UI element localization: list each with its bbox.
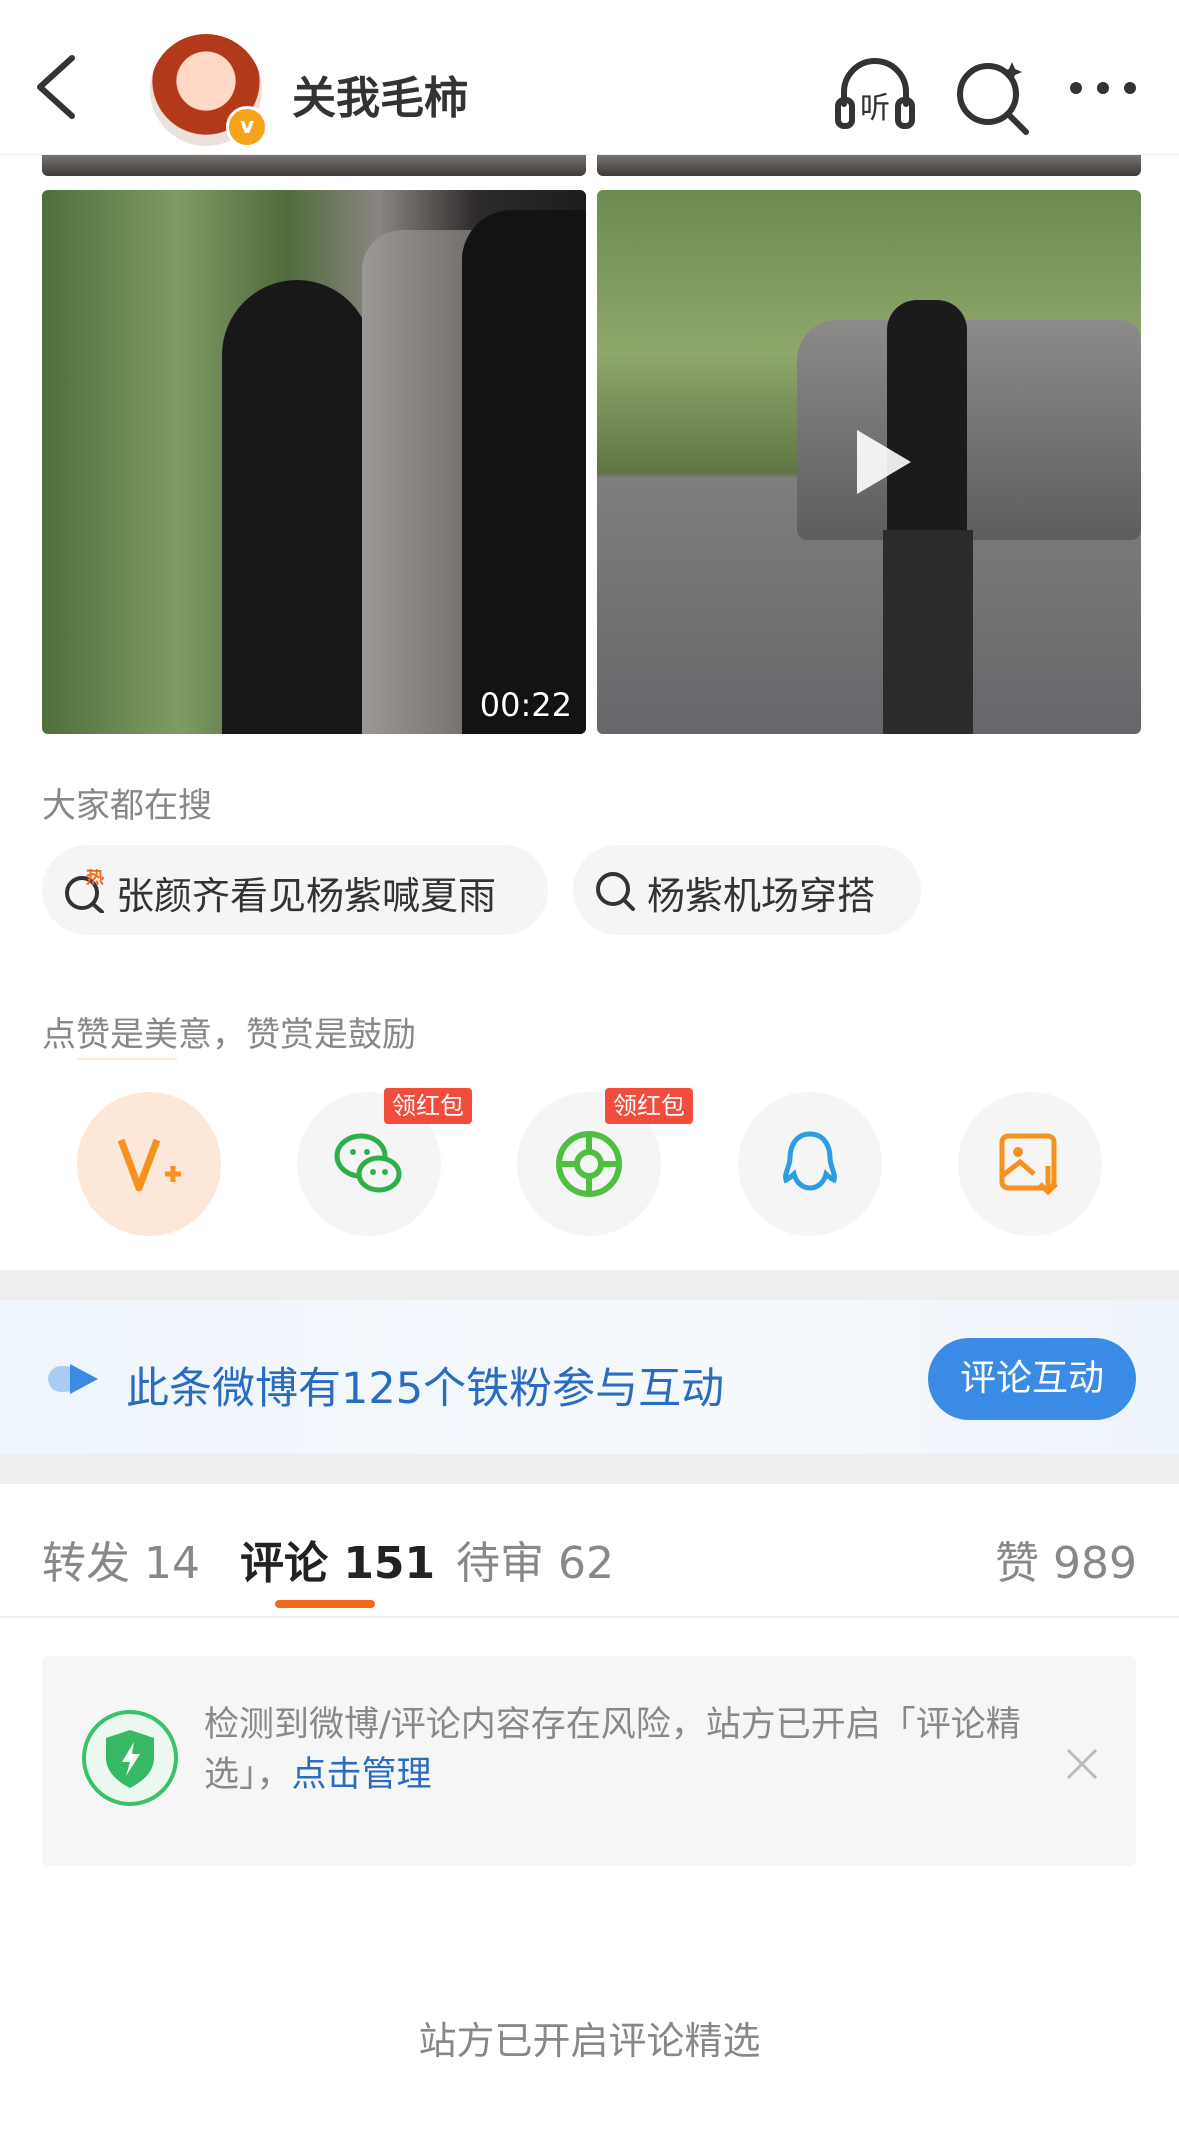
search-pill-label: 杨紫机场穿搭 [647, 874, 876, 918]
moments-icon [556, 1131, 622, 1197]
fan-interaction-text: 此条微博有125个铁粉参与互动 [126, 1364, 725, 1414]
search-pill-label: 张颜齐看见杨紫喊夏雨 [116, 874, 497, 918]
qq-icon [783, 1131, 837, 1191]
share-qq-button[interactable] [738, 1092, 882, 1236]
top-bar: v 关我毛柿 听 [0, 0, 1179, 155]
listen-label: 听 [860, 91, 890, 126]
search-pill[interactable]: 杨紫机场穿搭 [573, 845, 921, 935]
reward-button[interactable] [77, 1092, 221, 1236]
save-image-button[interactable] [958, 1092, 1102, 1236]
section-divider [0, 1454, 1179, 1484]
fan-interaction-banner[interactable]: 此条微博有125个铁粉参与互动 评论互动 [0, 1300, 1179, 1454]
reward-v-icon [117, 1138, 181, 1192]
back-icon[interactable] [28, 52, 88, 122]
tab-like[interactable]: 赞 989 [995, 1527, 1137, 1591]
section-divider [0, 1270, 1179, 1300]
wechat-icon [334, 1133, 402, 1193]
red-packet-tag: 领红包 [384, 1088, 472, 1124]
comment-interaction-button[interactable]: 评论互动 [928, 1338, 1136, 1420]
play-icon[interactable] [839, 422, 919, 502]
video-duration: 00:22 [479, 686, 572, 724]
share-section-title: 点赞是美意，赞赏是鼓励 [42, 1015, 416, 1055]
hot-search-icon: 热 [65, 869, 104, 913]
close-icon[interactable] [1064, 1746, 1100, 1782]
curated-comments-note: 站方已开启评论精选 [418, 2019, 761, 2063]
username[interactable]: 关我毛柿 [292, 62, 468, 126]
video-scene [462, 210, 586, 734]
listen-icon[interactable]: 听 [832, 52, 918, 138]
tab-divider [0, 1616, 1179, 1618]
active-tab-indicator [275, 1600, 375, 1608]
manage-link[interactable]: 点击管理 [292, 1755, 432, 1795]
save-image-icon [999, 1133, 1058, 1196]
tab-repost[interactable]: 转发 14 [42, 1527, 200, 1591]
search-icon[interactable] [950, 52, 1036, 138]
avatar[interactable]: v [150, 34, 268, 148]
tab-comment[interactable]: 评论 151 [240, 1527, 435, 1591]
video-scene [222, 280, 372, 734]
video-thumbnail-partial[interactable] [42, 154, 586, 176]
search-section-title: 大家都在搜 [42, 786, 212, 826]
video-thumbnail[interactable]: 00:22 [42, 190, 586, 734]
video-thumbnail-partial[interactable] [597, 154, 1141, 176]
red-packet-tag: 领红包 [605, 1088, 693, 1124]
more-icon[interactable] [1060, 52, 1146, 138]
reward-tooltip-marker [77, 1058, 177, 1070]
video-thumbnail[interactable] [597, 190, 1141, 734]
risk-notice-text: 检测到微博/评论内容存在风险，站方已开启「评论精选」，点击管理 [204, 1700, 1084, 1800]
tab-pending[interactable]: 待审 62 [456, 1527, 614, 1591]
fan-toggle-icon [48, 1364, 98, 1394]
hot-label: 热 [86, 869, 104, 888]
search-pill-hot[interactable]: 热 张颜齐看见杨紫喊夏雨 [42, 845, 548, 935]
video-scene [883, 530, 973, 734]
shield-icon [82, 1710, 178, 1806]
verified-badge: v [226, 106, 268, 148]
search-icon [596, 872, 635, 911]
risk-notice: 检测到微博/评论内容存在风险，站方已开启「评论精选」，点击管理 [42, 1656, 1136, 1866]
